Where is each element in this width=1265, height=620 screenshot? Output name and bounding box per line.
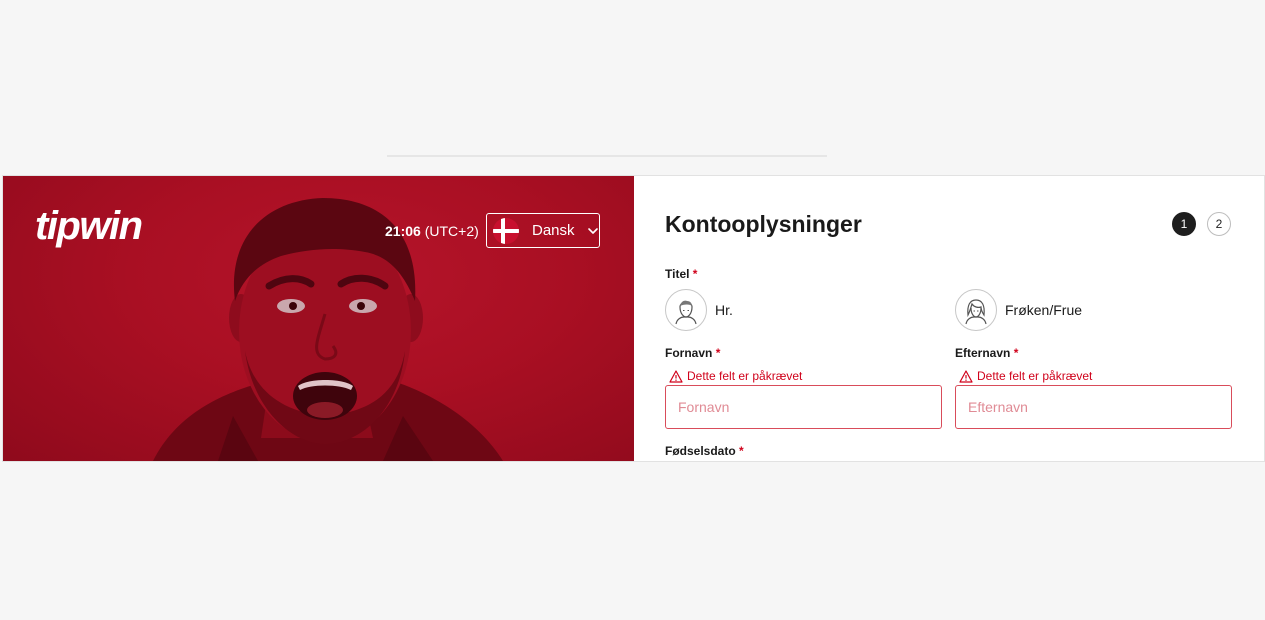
denmark-flag-icon xyxy=(493,217,519,244)
language-selector[interactable]: Dansk xyxy=(486,213,600,248)
step-indicator-2: 2 xyxy=(1207,212,1231,236)
firstname-label-text: Fornavn xyxy=(665,346,713,360)
top-divider xyxy=(387,155,827,157)
form-title: Kontooplysninger xyxy=(665,211,862,237)
clock-display: 21:06 (UTC+2) xyxy=(385,222,479,240)
required-marker: * xyxy=(1013,346,1019,360)
chevron-down-icon xyxy=(587,227,598,234)
step-indicator-1: 1 xyxy=(1172,212,1196,236)
title-label-text: Titel xyxy=(665,267,690,281)
account-info-form: Kontooplysninger 1 2 Titel * Hr. Frøken/… xyxy=(634,176,1264,461)
title-option-male[interactable]: Hr. xyxy=(665,288,733,332)
warning-icon xyxy=(959,369,973,383)
registration-panel: tipwin 21:06 (UTC+2) Dansk Kontooplysnin… xyxy=(3,176,1264,461)
firstname-error: Dette felt er påkrævet xyxy=(669,368,802,384)
required-marker: * xyxy=(739,444,744,458)
clock-time: 21:06 xyxy=(385,223,421,239)
firstname-error-text: Dette felt er påkrævet xyxy=(687,369,803,383)
warning-icon xyxy=(669,369,683,383)
birthdate-label: Fødselsdato * xyxy=(665,443,744,459)
clock-timezone: (UTC+2) xyxy=(424,223,479,239)
firstname-input[interactable] xyxy=(665,385,942,429)
lastname-error-text: Dette felt er påkrævet xyxy=(977,369,1093,383)
male-avatar-icon xyxy=(665,289,707,331)
title-label: Titel * xyxy=(665,266,697,282)
title-option-female[interactable]: Frøken/Frue xyxy=(955,288,1082,332)
female-avatar-icon xyxy=(955,289,997,331)
language-label: Dansk xyxy=(532,222,575,239)
required-marker: * xyxy=(715,346,721,360)
title-option-male-label: Hr. xyxy=(715,302,733,318)
lastname-error: Dette felt er påkrævet xyxy=(959,368,1092,384)
hero-banner: tipwin 21:06 (UTC+2) Dansk xyxy=(3,176,634,461)
required-marker: * xyxy=(692,267,698,281)
birthdate-label-text: Fødselsdato xyxy=(665,444,736,458)
lastname-label: Efternavn * xyxy=(955,345,1018,361)
lastname-input[interactable] xyxy=(955,385,1232,429)
lastname-label-text: Efternavn xyxy=(955,346,1011,360)
title-option-female-label: Frøken/Frue xyxy=(1005,302,1083,318)
firstname-label: Fornavn * xyxy=(665,345,720,361)
tipwin-logo[interactable]: tipwin xyxy=(35,202,143,250)
